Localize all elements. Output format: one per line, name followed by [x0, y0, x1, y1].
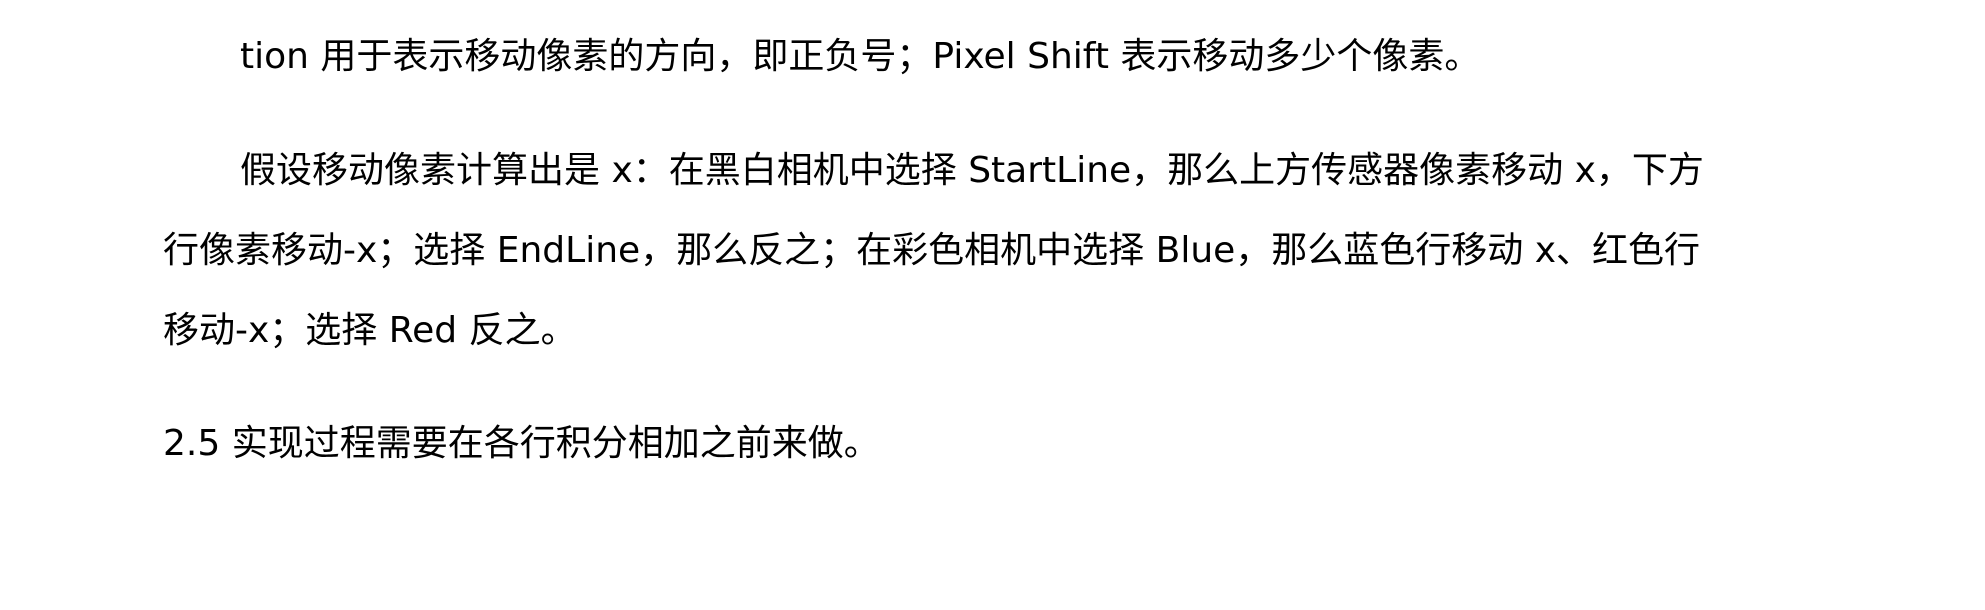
paragraph-line-4: 移动-x；选择 Red 反之。 — [163, 310, 577, 351]
document-page: tion 用于表示移动像素的方向，即正负号；Pixel Shift 表示移动多少… — [0, 0, 1985, 610]
paragraph-line-3: 行像素移动-x；选择 EndLine，那么反之；在彩色相机中选择 Blue，那么… — [163, 230, 1701, 271]
paragraph-line-1: tion 用于表示移动像素的方向，即正负号；Pixel Shift 表示移动多少… — [240, 36, 1481, 77]
paragraph-line-2: 假设移动像素计算出是 x：在黑白相机中选择 StartLine，那么上方传感器像… — [240, 150, 1704, 191]
section-line-2-5: 2.5 实现过程需要在各行积分相加之前来做。 — [163, 423, 880, 464]
